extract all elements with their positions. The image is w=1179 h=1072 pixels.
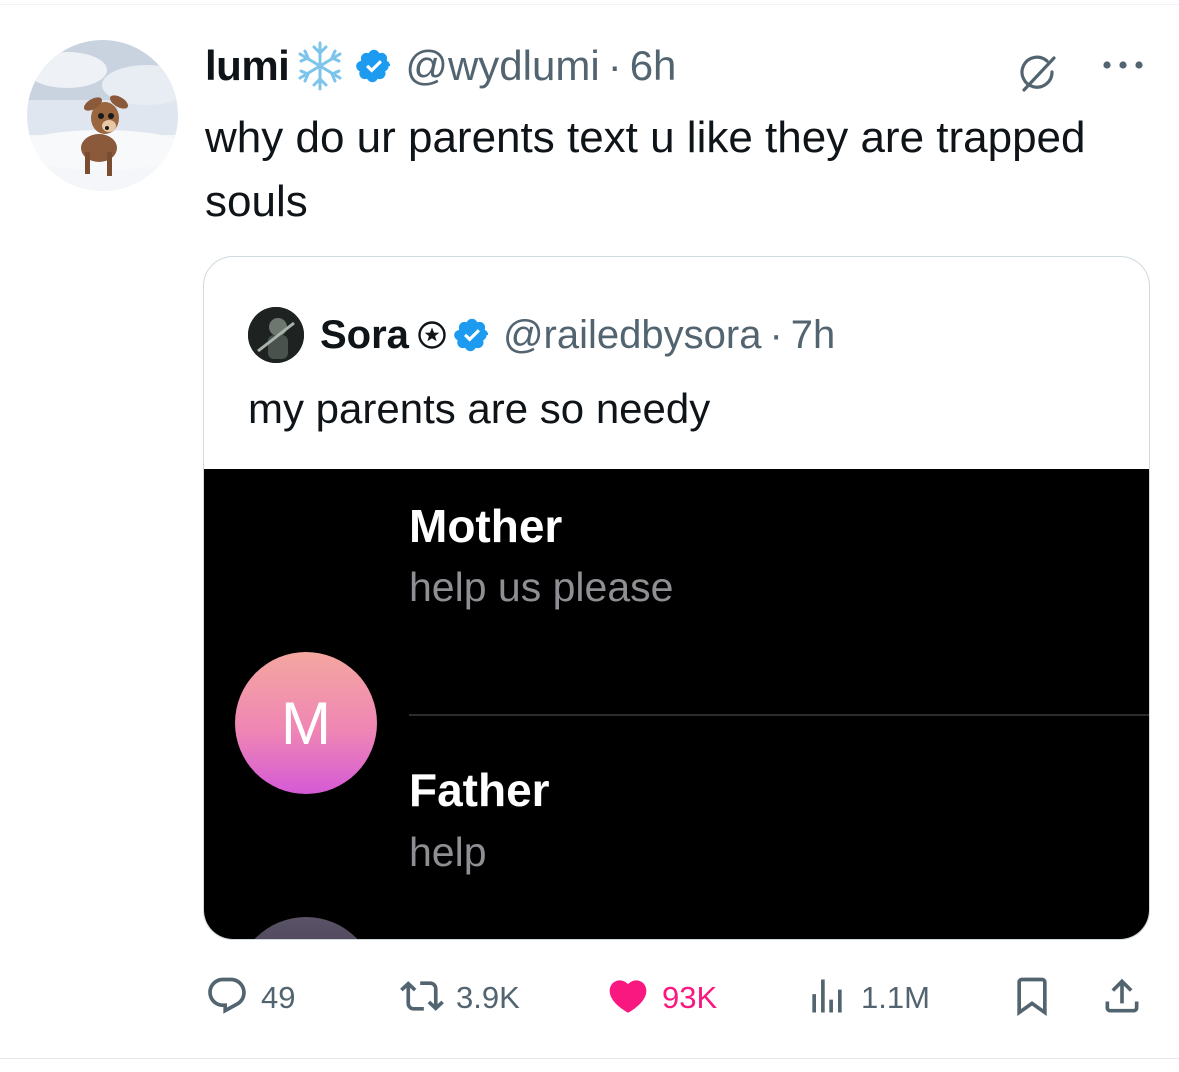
contact-message-mother: help us please	[409, 564, 674, 610]
verified-icon	[355, 47, 393, 85]
quote-author-name: Sora	[320, 312, 409, 357]
tweet-text: why do ur parents text u like they are t…	[205, 113, 1086, 226]
repost-icon	[400, 974, 444, 1023]
tweet-time[interactable]: 6h	[630, 42, 677, 90]
quote-author-handle: @railedbysora	[502, 312, 762, 357]
share-button[interactable]	[1100, 970, 1144, 1026]
bookmark-icon	[1010, 974, 1054, 1023]
top-divider	[0, 4, 1179, 5]
views-button[interactable]: 1.1M	[805, 970, 930, 1026]
like-icon	[606, 974, 650, 1023]
author-avatar[interactable]	[27, 40, 178, 191]
grok-icon[interactable]	[1016, 52, 1060, 101]
contact-separator	[409, 714, 1149, 716]
bookmark-button[interactable]	[1010, 970, 1054, 1026]
tweet-header: lumi @wydlumi · 6h	[205, 38, 676, 94]
reply-count: 49	[261, 980, 296, 1015]
contact-avatar-mother: M	[235, 652, 377, 794]
contact-name-mother: Mother	[409, 500, 563, 552]
quoted-tweet[interactable]: Sora @railedbysora · 7h my parents are s…	[203, 256, 1150, 940]
star-badge-icon	[417, 320, 447, 350]
author-name[interactable]: lumi	[205, 42, 290, 90]
contact-avatar-father: F	[235, 917, 377, 939]
contact-name-father: Father	[409, 764, 550, 816]
quote-text: my parents are so needy	[248, 385, 711, 432]
views-icon	[805, 974, 849, 1023]
repost-button[interactable]: 3.9K	[400, 970, 520, 1026]
views-count: 1.1M	[861, 980, 930, 1015]
quote-avatar[interactable]	[248, 307, 304, 363]
snowflake-icon	[293, 39, 347, 93]
quote-media-image: M Mother help us please F Father help	[204, 469, 1149, 939]
quote-time: 7h	[790, 312, 836, 357]
like-button[interactable]: 93K	[606, 970, 717, 1026]
share-icon	[1100, 974, 1144, 1023]
reply-button[interactable]: 49	[205, 970, 295, 1026]
contact-message-father: help	[409, 829, 487, 875]
bottom-divider	[0, 1058, 1179, 1059]
repost-count: 3.9K	[456, 980, 520, 1015]
tweet-actions: 49 3.9K 93K 1.1M	[0, 970, 1179, 1026]
author-handle[interactable]: @wydlumi	[405, 42, 599, 90]
reply-icon	[205, 974, 249, 1023]
header-separator: ·	[607, 42, 622, 89]
verified-icon	[453, 316, 491, 354]
like-count: 93K	[662, 980, 718, 1015]
more-icon[interactable]	[1100, 58, 1146, 77]
quote-separator: ·	[769, 312, 783, 357]
quote-header: Sora @railedbysora · 7h	[248, 307, 835, 363]
